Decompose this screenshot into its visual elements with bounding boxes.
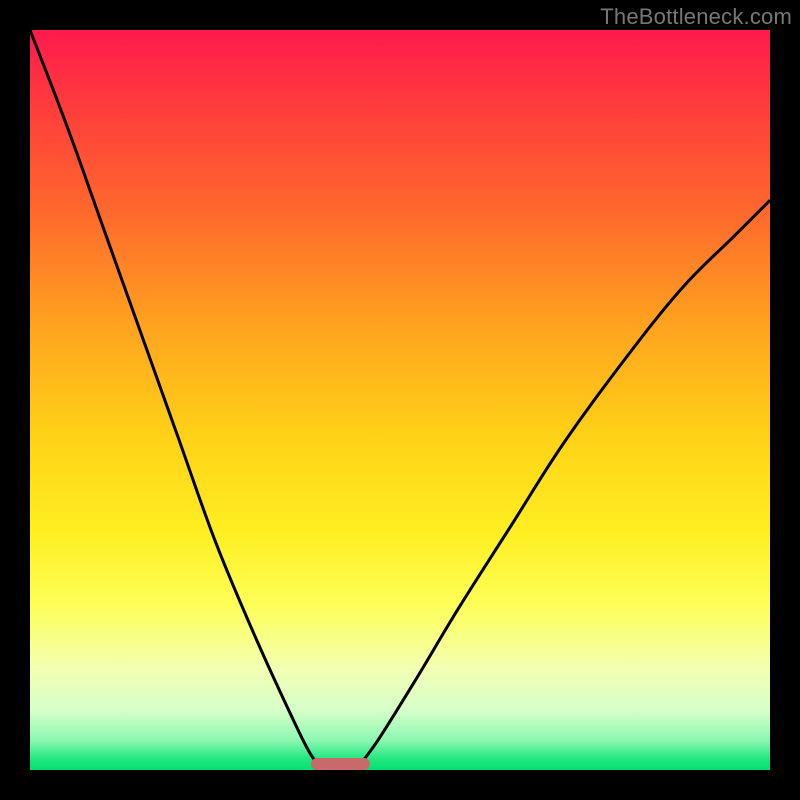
chart-frame: TheBottleneck.com — [0, 0, 800, 800]
optimal-marker — [311, 758, 370, 770]
plot-area — [30, 30, 770, 770]
curve-left-branch — [30, 30, 326, 770]
watermark-text: TheBottleneck.com — [600, 4, 792, 30]
curve-right-branch — [356, 200, 770, 770]
curve-layer — [30, 30, 770, 770]
